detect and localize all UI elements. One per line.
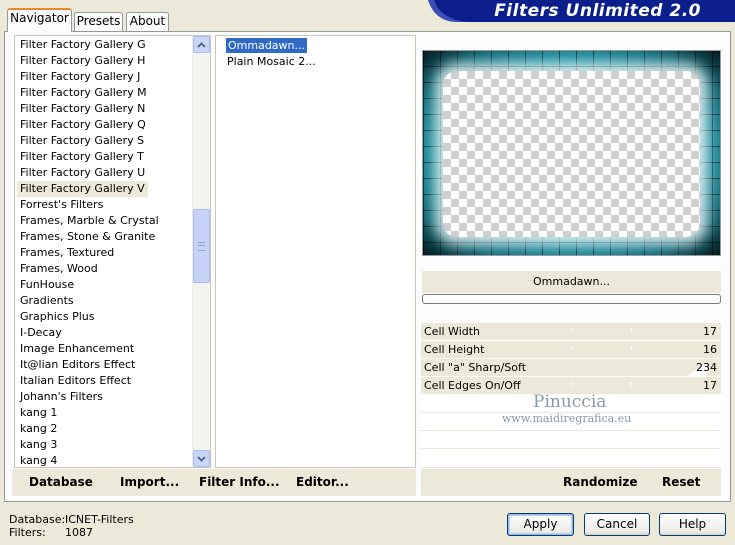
randomize-button[interactable]: Randomize xyxy=(563,475,637,489)
category-item[interactable]: Filter Factory Gallery V xyxy=(17,181,148,197)
param-value[interactable]: 234 xyxy=(696,361,717,374)
status-database: Database: ICNET-Filters xyxy=(9,513,134,526)
category-item[interactable]: FunHouse xyxy=(20,277,74,293)
param-value[interactable]: 17 xyxy=(703,325,717,338)
filter-name-label: Ommadawn... xyxy=(422,271,721,293)
category-item[interactable]: I-Decay xyxy=(20,325,62,341)
param-row-cell-height[interactable]: Cell Height 16 xyxy=(421,341,721,359)
tab-about[interactable]: About xyxy=(126,12,169,31)
category-item[interactable]: Filter Factory Gallery U xyxy=(20,165,145,181)
category-item[interactable]: Filter Factory Gallery J xyxy=(20,69,140,85)
status-database-label: Database: xyxy=(9,513,66,526)
chevron-down-icon xyxy=(197,456,206,462)
category-item[interactable]: Filter Factory Gallery S xyxy=(20,133,144,149)
chevron-up-icon xyxy=(197,42,206,48)
scroll-thumb[interactable] xyxy=(193,209,210,283)
category-item[interactable]: Johann's Filters xyxy=(20,389,103,405)
navigator-toolbar: Database Import... Filter Info... Editor… xyxy=(12,469,416,496)
category-item[interactable]: Filter Factory Gallery M xyxy=(20,85,147,101)
filter-list[interactable]: Ommadawn... Plain Mosaic 2... xyxy=(215,35,416,468)
param-row-empty xyxy=(421,431,721,449)
cancel-button[interactable]: Cancel xyxy=(584,513,650,536)
category-item[interactable]: Gradients xyxy=(20,293,74,309)
category-item[interactable]: Italian Editors Effect xyxy=(20,373,131,389)
tab-navigator[interactable]: Navigator xyxy=(7,8,72,32)
app-title: Filters Unlimited 2.0 xyxy=(494,1,701,21)
category-item[interactable]: kang 1 xyxy=(20,405,57,421)
category-item[interactable]: Frames, Marble & Crystal xyxy=(20,213,159,229)
preview-transparency xyxy=(443,71,700,237)
filter-item-ommadawn[interactable]: Ommadawn... xyxy=(226,38,308,53)
param-value[interactable]: 16 xyxy=(703,343,717,356)
param-row-empty xyxy=(421,449,721,468)
param-row-cell-width[interactable]: Cell Width 17 xyxy=(421,323,721,341)
watermark-url: www.maidiregrafica.eu xyxy=(502,412,632,425)
reset-button[interactable]: Reset xyxy=(662,475,700,489)
category-scrollbar[interactable] xyxy=(192,36,210,467)
category-item[interactable]: Filter Factory Gallery Q xyxy=(20,117,146,133)
filter-item-plain-mosaic-2[interactable]: Plain Mosaic 2... xyxy=(227,54,316,69)
apply-button[interactable]: Apply xyxy=(507,513,574,536)
filter-preview[interactable] xyxy=(422,50,721,256)
category-item[interactable]: Forrest's Filters xyxy=(20,197,103,213)
category-item[interactable]: Frames, Textured xyxy=(20,245,114,261)
category-item[interactable]: Filter Factory Gallery N xyxy=(20,101,145,117)
title-banner: Filters Unlimited 2.0 xyxy=(428,0,735,22)
help-button[interactable]: Help xyxy=(659,513,726,536)
param-row-cell-sharp-soft[interactable]: Cell "a" Sharp/Soft 234 xyxy=(421,359,721,377)
category-item[interactable]: kang 4 xyxy=(20,453,57,469)
category-item[interactable]: kang 3 xyxy=(20,437,57,453)
category-item[interactable]: Image Enhancement xyxy=(20,341,134,357)
status-filters: Filters: 1087 xyxy=(9,526,93,539)
status-filters-label: Filters: xyxy=(9,526,46,539)
category-item[interactable]: Frames, Stone & Granite xyxy=(20,229,155,245)
category-item[interactable]: Graphics Plus xyxy=(20,309,94,325)
category-item[interactable]: Filter Factory Gallery G xyxy=(20,37,146,53)
progress-bar xyxy=(422,294,721,304)
category-item[interactable]: Filter Factory Gallery T xyxy=(20,149,144,165)
scroll-up-button[interactable] xyxy=(193,36,210,53)
category-item[interactable]: Filter Factory Gallery H xyxy=(20,53,145,69)
param-label: Cell Edges On/Off xyxy=(424,379,521,392)
scroll-down-button[interactable] xyxy=(193,450,210,467)
database-button[interactable]: Database xyxy=(29,475,93,489)
preview-toolbar: Randomize Reset xyxy=(421,469,721,496)
watermark-name: Pinuccia xyxy=(533,392,607,412)
tab-presets[interactable]: Presets xyxy=(74,12,123,31)
category-item[interactable]: Frames, Wood xyxy=(20,261,98,277)
category-item[interactable]: kang 2 xyxy=(20,421,57,437)
editor-button[interactable]: Editor... xyxy=(296,475,349,489)
status-filters-value: 1087 xyxy=(65,526,93,539)
param-value[interactable]: 17 xyxy=(703,379,717,392)
status-database-value: ICNET-Filters xyxy=(65,513,134,526)
param-label: Cell Height xyxy=(424,343,485,356)
param-label: Cell Width xyxy=(424,325,481,338)
category-item[interactable]: It@lian Editors Effect xyxy=(20,357,135,373)
filter-info-button[interactable]: Filter Info... xyxy=(199,475,280,489)
import-button[interactable]: Import... xyxy=(120,475,179,489)
param-label: Cell "a" Sharp/Soft xyxy=(424,361,527,374)
